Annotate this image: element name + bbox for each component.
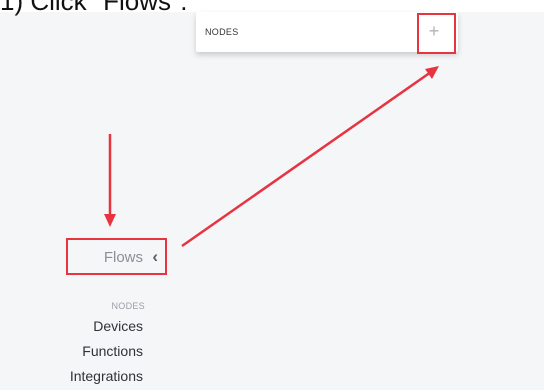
diagonal-arrow — [181, 66, 439, 248]
down-arrow — [104, 134, 116, 227]
annotation-arrows — [104, 66, 439, 248]
